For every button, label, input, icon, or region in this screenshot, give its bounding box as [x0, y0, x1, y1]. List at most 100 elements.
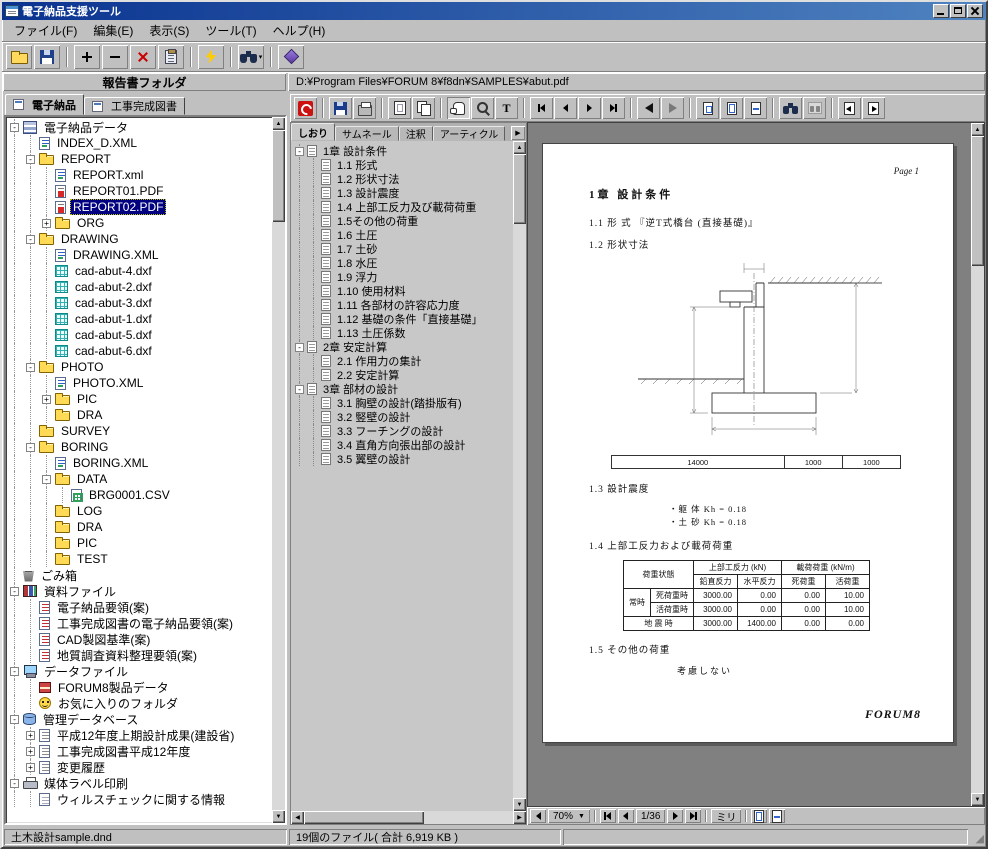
tree-item[interactable]: BORING.XML [7, 455, 272, 471]
tree-item[interactable]: 地質調査資料整理要領(案) [7, 647, 272, 663]
prev-page-button[interactable] [554, 97, 577, 119]
tree-expander[interactable]: - [7, 119, 23, 135]
tree-item[interactable]: -REPORT [7, 151, 272, 167]
tree-item[interactable]: PIC [7, 535, 272, 551]
tree-expander[interactable]: - [23, 359, 39, 375]
actual-size-button[interactable] [696, 97, 719, 119]
page-mode-button[interactable] [388, 97, 411, 119]
prev-doc-button[interactable] [838, 97, 861, 119]
remove-button[interactable] [102, 45, 128, 69]
status-next-page-button[interactable] [667, 809, 683, 823]
bookmark-item[interactable]: 1.8 水圧 [293, 256, 513, 270]
tree-expander[interactable]: - [23, 231, 39, 247]
tree-item[interactable]: -BORING [7, 439, 272, 455]
pdf-save-button[interactable] [329, 97, 352, 119]
resize-grip[interactable]: ◢ [970, 829, 984, 845]
pdf-tab[interactable]: しおり [291, 123, 335, 141]
status-last-page-button[interactable] [685, 809, 701, 823]
menu-item[interactable]: ツール(T) [197, 20, 264, 41]
bookmark-hscroll-track[interactable] [304, 811, 513, 824]
bookmark-item[interactable]: -3章 部材の設計 [293, 382, 513, 396]
bookmark-item[interactable]: 2.1 作用力の集計 [293, 354, 513, 368]
bookmark-scroll-thumb[interactable] [513, 154, 526, 224]
tree-item[interactable]: DRA [7, 519, 272, 535]
tree-item[interactable]: DRAWING.XML [7, 247, 272, 263]
bookmark-scroll-down-button[interactable]: ▼ [513, 798, 526, 811]
bookmark-item[interactable]: 3.1 胸壁の設計(踏掛版有) [293, 396, 513, 410]
bookmark-item[interactable]: -2章 安定計算 [293, 340, 513, 354]
tree-item[interactable]: +ORG [7, 215, 272, 231]
tree-item[interactable]: TEST [7, 551, 272, 567]
status-first-page-button[interactable] [600, 809, 616, 823]
bookmark-item[interactable]: 1.7 土砂 [293, 242, 513, 256]
bookmark-item[interactable]: 1.5その他の荷重 [293, 214, 513, 228]
tree-item[interactable]: DRA [7, 407, 272, 423]
page-scroll-down-button[interactable]: ▼ [971, 793, 984, 806]
status-prev-page-button[interactable] [618, 809, 634, 823]
bookmark-item[interactable]: 3.3 フーチングの設計 [293, 424, 513, 438]
tree-expander[interactable]: - [7, 775, 23, 791]
maximize-button[interactable] [950, 4, 966, 18]
bookmark-scroll-up-button[interactable]: ▲ [513, 141, 526, 154]
tree-expander[interactable]: - [23, 151, 39, 167]
tree-item[interactable]: +変更履歴 [7, 759, 272, 775]
bookmark-item[interactable]: 1.4 上部工反力及び載荷荷重 [293, 200, 513, 214]
tree-expander[interactable]: - [23, 439, 39, 455]
fit-page-button[interactable] [720, 97, 743, 119]
bookmark-item[interactable]: 1.10 使用材料 [293, 284, 513, 298]
page-size-button[interactable] [751, 809, 767, 823]
tree-item[interactable]: ウィルスチェックに関する情報 [7, 791, 272, 807]
text-select-button[interactable] [495, 97, 518, 119]
menu-item[interactable]: ヘルプ(H) [265, 20, 334, 41]
tree-item[interactable]: +工事完成図書平成12年度 [7, 743, 272, 759]
convert-button[interactable] [198, 45, 224, 69]
delete-button[interactable] [130, 45, 156, 69]
first-page-button[interactable] [530, 97, 553, 119]
menu-item[interactable]: 編集(E) [85, 20, 141, 41]
unit-indicator[interactable]: ミリ [711, 809, 741, 823]
page-scroll-track[interactable] [971, 136, 984, 793]
properties-button[interactable] [158, 45, 184, 69]
tree-item[interactable]: PHOTO.XML [7, 375, 272, 391]
page-scroll-thumb[interactable] [971, 136, 984, 266]
left-tab[interactable]: 電子納品 [5, 94, 84, 115]
tree-scrollbar[interactable]: ▲ ▼ [272, 117, 285, 823]
minimize-button[interactable] [933, 4, 949, 18]
tree-expander[interactable]: - [7, 583, 23, 599]
collapse-pane-button[interactable] [530, 809, 546, 823]
bookmark-expander[interactable]: - [293, 144, 307, 158]
tree-item[interactable]: REPORT01.PDF [7, 183, 272, 199]
copy-button[interactable] [412, 97, 435, 119]
bookmark-item[interactable]: 1.2 形状寸法 [293, 172, 513, 186]
tree-item[interactable]: cad-abut-6.dxf [7, 343, 272, 359]
tree-item[interactable]: REPORT02.PDF [7, 199, 272, 215]
tab-overflow-button[interactable]: ▶ [511, 126, 525, 140]
pdf-tab[interactable]: 注釈 [399, 126, 433, 141]
bookmark-scroll-left-button[interactable]: ◀ [291, 811, 304, 824]
tree-item[interactable]: SURVEY [7, 423, 272, 439]
next-doc-button[interactable] [862, 97, 885, 119]
tree-item[interactable]: -電子納品データ [7, 119, 272, 135]
page-indicator[interactable]: 1/36 [636, 809, 665, 823]
bookmark-item[interactable]: 1.6 土圧 [293, 228, 513, 242]
bookmark-item[interactable]: 2.2 安定計算 [293, 368, 513, 382]
page-scrollbar[interactable]: ▲ ▼ [971, 123, 984, 806]
tree-item[interactable]: REPORT.xml [7, 167, 272, 183]
scroll-thumb[interactable] [272, 130, 285, 222]
tree-expander[interactable]: + [23, 727, 39, 743]
bookmark-item[interactable]: 1.13 土圧係数 [293, 326, 513, 340]
tree-item[interactable]: INDEX_D.XML [7, 135, 272, 151]
tree-expander[interactable]: + [39, 391, 55, 407]
tree-expander[interactable]: - [7, 663, 23, 679]
tree-item[interactable]: -DRAWING [7, 231, 272, 247]
bookmark-expander[interactable]: - [293, 382, 307, 396]
zoom-control[interactable]: 70% ▼ [548, 809, 590, 823]
fit-width-button[interactable] [744, 97, 767, 119]
tree-item[interactable]: BRG0001.CSV [7, 487, 272, 503]
next-view-button[interactable] [661, 97, 684, 119]
tree-item[interactable]: -DATA [7, 471, 272, 487]
bookmark-scroll-track[interactable] [513, 154, 526, 798]
tree-expander[interactable]: + [23, 759, 39, 775]
tree-item[interactable]: cad-abut-3.dxf [7, 295, 272, 311]
last-page-button[interactable] [602, 97, 625, 119]
